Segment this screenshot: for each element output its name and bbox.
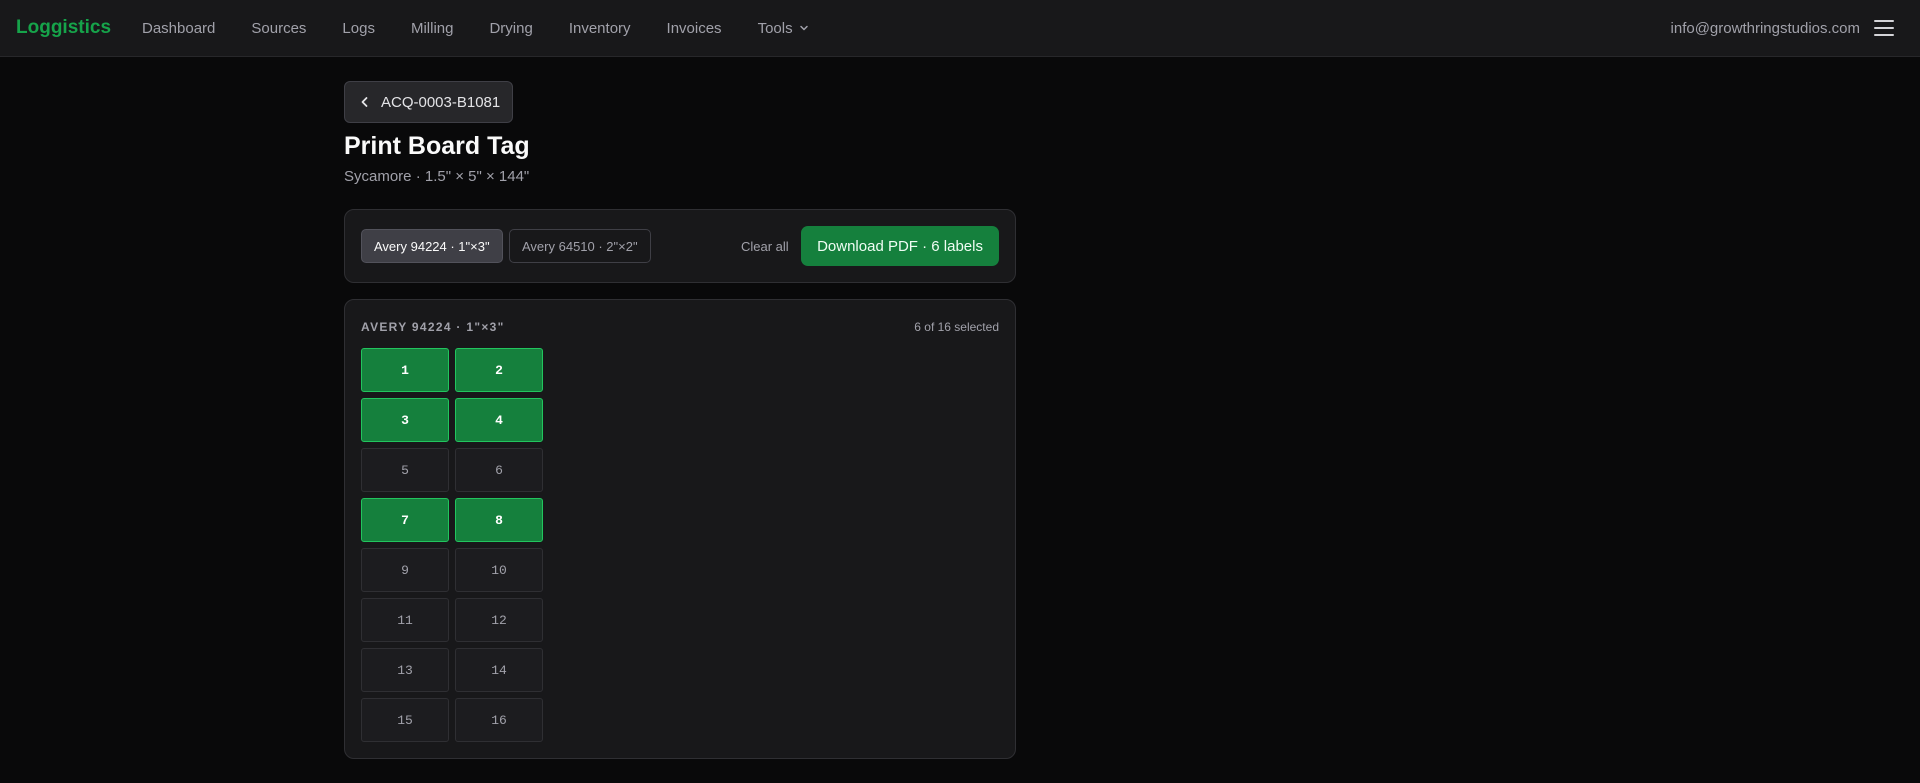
nav-link-logs[interactable]: Logs: [342, 20, 375, 37]
label-cell-2[interactable]: 2: [455, 348, 543, 392]
nav-link-tools-label: Tools: [757, 19, 793, 37]
label-cell-10[interactable]: 10: [455, 548, 543, 592]
label-cell-7[interactable]: 7: [361, 498, 449, 542]
menu-line: [1874, 34, 1894, 36]
format-option-avery-94224[interactable]: Avery 94224 · 1"×3": [361, 229, 503, 263]
label-cell-11[interactable]: 11: [361, 598, 449, 642]
label-grid: 1 2 3 4 5 6 7 8 9 10 11 12 13 14 15 16: [361, 348, 543, 742]
nav-link-drying[interactable]: Drying: [489, 20, 532, 37]
top-navbar: Loggistics Dashboard Sources Logs Millin…: [0, 0, 1920, 57]
hamburger-menu-icon[interactable]: [1874, 20, 1894, 36]
nav-link-sources[interactable]: Sources: [251, 20, 306, 37]
label-format-toolbar: Avery 94224 · 1"×3" Avery 64510 · 2"×2" …: [344, 209, 1016, 283]
nav-link-tools[interactable]: Tools: [758, 20, 809, 37]
nav-links: Dashboard Sources Logs Milling Drying In…: [124, 0, 827, 56]
back-button-label: ACQ-0003-B1081: [381, 93, 501, 111]
label-cell-12[interactable]: 12: [455, 598, 543, 642]
nav-link-invoices[interactable]: Invoices: [667, 20, 722, 37]
nav-link-inventory[interactable]: Inventory: [569, 20, 631, 37]
label-cell-4[interactable]: 4: [455, 398, 543, 442]
label-cell-1[interactable]: 1: [361, 348, 449, 392]
format-option-avery-64510[interactable]: Avery 64510 · 2"×2": [509, 229, 651, 263]
download-pdf-button[interactable]: Download PDF · 6 labels: [801, 226, 999, 266]
nav-link-dashboard[interactable]: Dashboard: [142, 20, 215, 37]
label-cell-3[interactable]: 3: [361, 398, 449, 442]
brand-logo[interactable]: Loggistics: [16, 17, 111, 39]
page-subtitle: Sycamore · 1.5" × 5" × 144": [344, 168, 530, 185]
selection-count: 6 of 16 selected: [914, 320, 999, 334]
chevron-left-icon: [361, 97, 368, 107]
clear-all-button[interactable]: Clear all: [741, 239, 789, 254]
label-cell-16[interactable]: 16: [455, 698, 543, 742]
user-email[interactable]: info@growthringstudios.com: [1671, 20, 1860, 37]
page-title: Print Board Tag: [344, 132, 530, 160]
back-button[interactable]: ACQ-0003-B1081: [344, 81, 514, 123]
label-cell-5[interactable]: 5: [361, 448, 449, 492]
menu-line: [1874, 20, 1894, 22]
label-cell-9[interactable]: 9: [361, 548, 449, 592]
label-sheet-card: AVERY 94224 · 1"×3" 6 of 16 selected 123…: [344, 299, 1016, 759]
label-cell-8[interactable]: 8: [455, 498, 543, 542]
label-cell-6[interactable]: 6: [455, 448, 543, 492]
menu-line: [1874, 27, 1894, 29]
label-cell-14[interactable]: 14: [455, 648, 543, 692]
chevron-down-icon: [799, 25, 808, 31]
label-cell-13[interactable]: 13: [361, 648, 449, 692]
nav-link-milling[interactable]: Milling: [411, 20, 454, 37]
label-cell-15[interactable]: 15: [361, 698, 449, 742]
nav-right: info@growthringstudios.com: [1671, 0, 1920, 56]
sheet-title: AVERY 94224 · 1"×3": [361, 320, 505, 334]
